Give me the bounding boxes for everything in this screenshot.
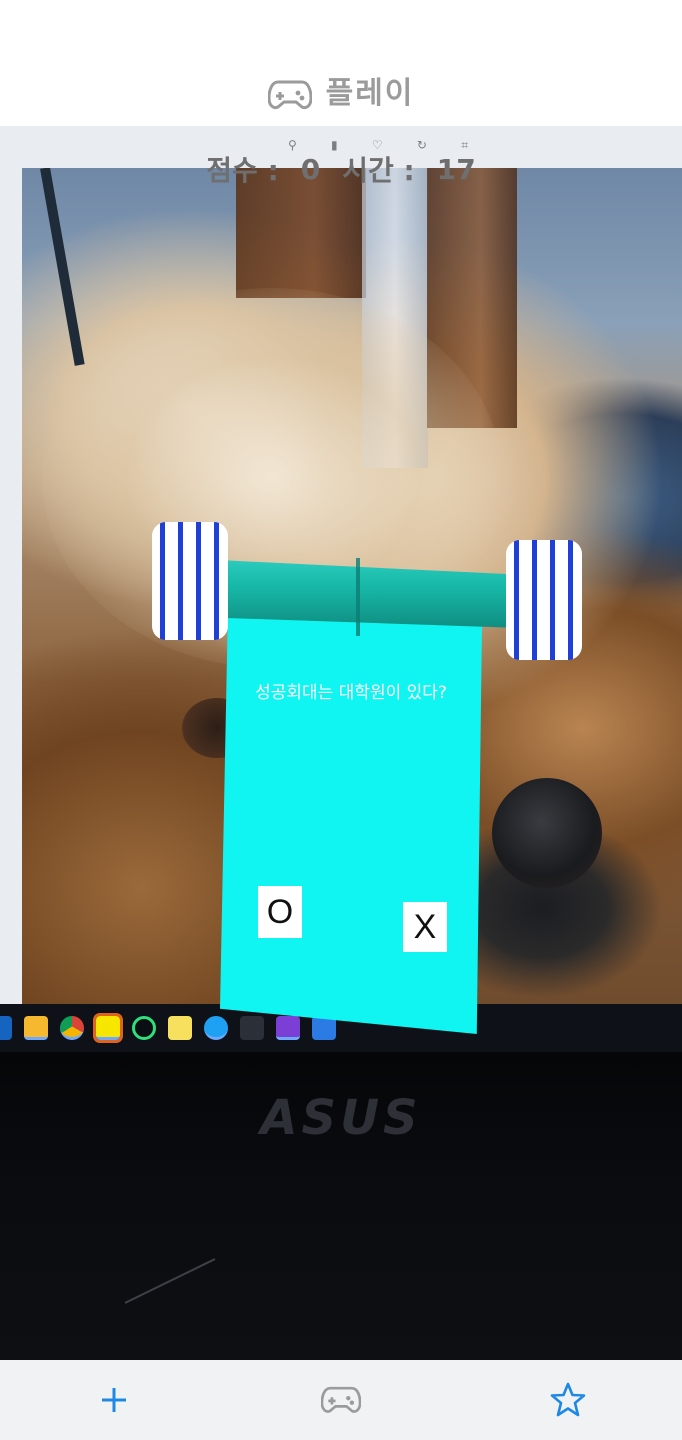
add-button[interactable] [84,1370,144,1430]
answer-x-button[interactable]: X [403,902,447,952]
time-label: 시간 : [342,154,415,187]
answer-o-button[interactable]: O [258,886,302,938]
gamepad-icon [320,1386,361,1413]
page-title: 플레이 [325,76,415,111]
gamepad-icon [267,78,313,112]
quiz-question: 성공회대는 대학원이 있다? [255,683,447,703]
time-value: 17 [436,152,476,186]
ar-camera-view: ⚲ ▮ ♡ ↻ ⌗ 점수 : 0 시간 : 17 ASUS 성공회대는 대학원이… [0,126,682,1360]
folder-icon [24,1016,48,1040]
unity-icon [240,1016,264,1040]
score-label: 점수 : [206,154,279,187]
star-icon [551,1382,586,1417]
reflection-line [124,1258,216,1304]
roller-cap-left [152,522,228,640]
play-tab-button[interactable] [311,1370,371,1430]
skype-icon [204,1016,228,1040]
cable [40,168,85,366]
roller-seam [356,558,360,636]
roller-cap-right [506,540,582,660]
notes-icon [168,1016,192,1040]
kakaotalk-icon [93,1013,123,1043]
chrome-icon [60,1016,84,1040]
app-root: 플레이 ⚲ ▮ ♡ ↻ ⌗ 점수 : 0 시간: 17 ASUS 성공회대는 … [0,0,682,1440]
dog-nose [492,778,602,888]
visual-studio-icon [276,1016,300,1040]
bottom-nav [0,1360,682,1440]
score-time-bar: 점수 : 0 시간 : 17 [0,144,682,194]
top-header: 플레이 [0,0,682,126]
laptop-body: ASUS [0,1052,682,1360]
quiz-scroll [220,614,482,1034]
music-icon [132,1016,156,1040]
mail-icon [0,1016,12,1040]
plus-icon [101,1388,126,1412]
score-value: 0 [300,152,321,186]
brand-logo: ASUS [260,1090,422,1146]
favorites-button[interactable] [538,1370,598,1430]
